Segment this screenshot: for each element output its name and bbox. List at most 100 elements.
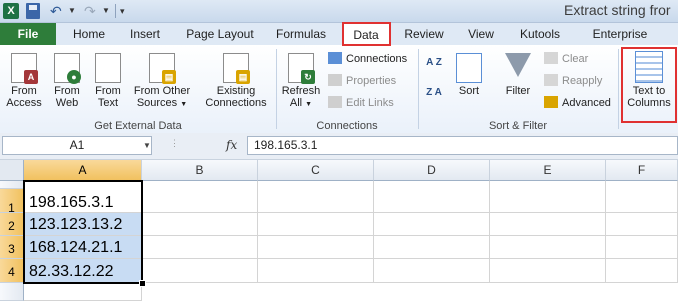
cell-b4[interactable]	[142, 259, 258, 283]
cell-a1[interactable]: 198.165.3.1	[24, 181, 142, 213]
row-header-2[interactable]: 2	[0, 213, 24, 236]
group-label-sort-filter: Sort & Filter	[488, 120, 548, 132]
from-text-button[interactable]: From Text	[88, 53, 128, 109]
sort-za-button[interactable]: Z A	[424, 87, 444, 99]
existing-connections-label-1: Existing	[216, 85, 256, 97]
from-access-button[interactable]: A From Access	[2, 53, 46, 109]
filter-funnel-icon	[505, 53, 531, 77]
filter-button[interactable]: Filter	[500, 53, 536, 97]
existing-connections-label-2: Connections	[205, 97, 267, 109]
chevron-down-icon: ▼	[180, 101, 188, 108]
cell-a4[interactable]: 82.33.12.22	[24, 259, 142, 283]
cell-a5[interactable]	[24, 283, 142, 301]
redo-dropdown-icon[interactable]: ▼	[102, 3, 110, 19]
text-file-icon	[95, 53, 121, 83]
advanced-label: Advanced	[562, 97, 611, 109]
group-label-get-external-data: Get External Data	[94, 120, 182, 132]
group-label-connections: Connections	[316, 120, 378, 132]
fill-handle[interactable]	[139, 280, 146, 287]
sort-az-button[interactable]: A Z	[424, 57, 444, 69]
advanced-filter-button[interactable]: Advanced	[544, 95, 611, 111]
from-web-label-1: From	[54, 85, 80, 97]
connections-icon	[328, 52, 342, 64]
edit-links-icon	[328, 96, 342, 108]
cell-f4[interactable]	[606, 259, 678, 283]
refresh-all-label-2: All	[289, 97, 303, 109]
cell-d3[interactable]	[374, 236, 490, 259]
cell-a3[interactable]: 168.124.21.1	[24, 236, 142, 259]
tab-review[interactable]: Review	[398, 23, 450, 45]
sort-button[interactable]: Sort	[452, 53, 486, 97]
tab-file[interactable]: File	[0, 23, 56, 45]
refresh-all-button[interactable]: ↻ Refresh All ▼	[280, 53, 322, 111]
cell-c3[interactable]	[258, 236, 374, 259]
cell-e3[interactable]	[490, 236, 606, 259]
row-header-1[interactable]: 1	[0, 189, 24, 215]
row-header-5[interactable]	[0, 283, 24, 301]
from-other-sources-button[interactable]: ▤ From Other Sources ▼	[128, 53, 196, 111]
column-header-b[interactable]: B	[142, 160, 258, 181]
ribbon-data: A From Access ● From Web From Text ▤ Fro…	[0, 45, 678, 134]
edit-links-button[interactable]: Edit Links	[328, 95, 394, 111]
column-header-d[interactable]: D	[374, 160, 490, 181]
cell-b1[interactable]	[142, 181, 258, 213]
clear-filter-button[interactable]: Clear	[544, 51, 588, 67]
undo-icon[interactable]: ↶	[50, 3, 66, 19]
cell-c4[interactable]	[258, 259, 374, 283]
cell-d2[interactable]	[374, 213, 490, 236]
from-text-label-1: From	[95, 85, 121, 97]
group-separator	[618, 49, 619, 129]
cell-a2[interactable]: 123.123.13.2	[24, 213, 142, 236]
cell-c1[interactable]	[258, 181, 374, 213]
name-box[interactable]: A1	[2, 136, 152, 155]
cell-e4[interactable]	[490, 259, 606, 283]
from-web-label-2: Web	[55, 97, 79, 109]
column-header-f[interactable]: F	[606, 160, 678, 181]
connections-button[interactable]: Connections	[328, 51, 407, 67]
cell-d4[interactable]	[374, 259, 490, 283]
cell-e2[interactable]	[490, 213, 606, 236]
undo-dropdown-icon[interactable]: ▼	[68, 3, 76, 19]
customize-qat-icon[interactable]: ▾	[120, 3, 130, 19]
cell-c2[interactable]	[258, 213, 374, 236]
column-header-a[interactable]: A	[24, 160, 142, 181]
tab-data[interactable]: Data	[342, 23, 390, 45]
properties-button[interactable]: Properties	[328, 73, 396, 89]
window-title: Extract string fror	[564, 2, 671, 18]
tab-home[interactable]: Home	[66, 23, 112, 45]
sort-az-icon: A Z	[426, 57, 442, 68]
tab-page-layout[interactable]: Page Layout	[180, 23, 260, 45]
column-header-c[interactable]: C	[258, 160, 374, 181]
tab-insert[interactable]: Insert	[120, 23, 170, 45]
cell-b2[interactable]	[142, 213, 258, 236]
worksheet-grid: A B C D E F 1 2 3 4 198.165.3.1 123.123.…	[0, 160, 678, 301]
insert-function-icon[interactable]: fx	[226, 138, 237, 152]
tab-view[interactable]: View	[460, 23, 502, 45]
cell-e1[interactable]	[490, 181, 606, 213]
tab-enterprise[interactable]: Enterprise	[580, 23, 660, 45]
existing-connections-button[interactable]: ▤ Existing Connections	[200, 53, 272, 109]
save-icon[interactable]	[26, 3, 40, 19]
existing-connections-icon: ▤	[223, 53, 250, 84]
cell-d1[interactable]	[374, 181, 490, 213]
reapply-button[interactable]: Reapply	[544, 73, 602, 89]
cell-f1[interactable]	[606, 181, 678, 213]
text-to-columns-button[interactable]: Text to Columns	[624, 51, 674, 109]
refresh-all-label-1: Refresh	[281, 85, 321, 97]
excel-logo-icon[interactable]: X	[3, 3, 19, 19]
tab-formulas[interactable]: Formulas	[268, 23, 334, 45]
cell-b3[interactable]	[142, 236, 258, 259]
database-icon: ▤	[149, 53, 176, 84]
row-header-3[interactable]: 3	[0, 236, 24, 259]
tab-kutools[interactable]: Kutools	[512, 23, 568, 45]
cell-f3[interactable]	[606, 236, 678, 259]
cell-f2[interactable]	[606, 213, 678, 236]
name-box-dropdown-icon[interactable]: ▼	[143, 136, 153, 155]
row-header-4[interactable]: 4	[0, 259, 24, 283]
from-web-button[interactable]: ● From Web	[46, 53, 88, 109]
text-to-columns-label-2: Columns	[627, 97, 671, 109]
column-header-e[interactable]: E	[490, 160, 606, 181]
formula-input[interactable]: 198.165.3.1	[247, 136, 678, 155]
redo-icon[interactable]: ↷	[84, 3, 100, 19]
select-all-corner[interactable]	[0, 160, 24, 181]
